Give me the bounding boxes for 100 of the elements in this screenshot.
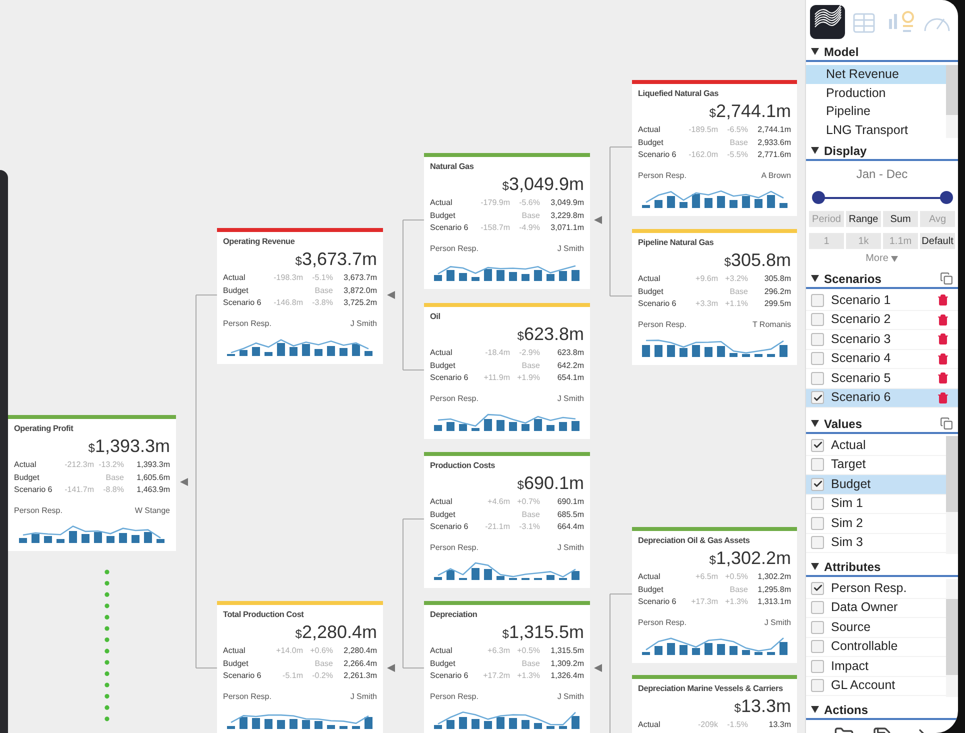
scenario-row[interactable]: Scenario 4 [806,350,958,369]
checkbox[interactable] [811,313,824,326]
attribute-label: Person Resp. [638,616,686,628]
node-card[interactable]: Operating Revenue $3,673.7m Actual -198.3m -5.1% 3,673.7m Budget Base 3,872.0m Scenario 6 -146.8m -3.8% 3,725.2m Person Resp. J Smith [217,228,383,364]
row-label: Scenario 6 [638,596,678,608]
checkbox[interactable] [811,516,824,530]
row-label: Budget [223,658,250,670]
collapse-icon[interactable] [387,291,395,299]
collapse-icon[interactable] [387,664,395,672]
checklist-row[interactable]: Person Resp. [806,579,946,598]
delete-icon[interactable] [937,352,949,365]
model-item[interactable]: LNG Transport [806,120,946,139]
collapse-icon[interactable] [594,664,602,672]
checklist-row[interactable]: Impact [806,657,946,676]
checkbox[interactable] [811,601,824,614]
node-card[interactable]: Depreciation $1,315.5m Actual +6.3m +0.5% 1,315.5m Budget Base 1,309.2m Scenario 6 +17.2m +1.3% 1,326.4m Person Resp. J Smith [424,601,590,733]
row-label: Scenario 6 [223,670,262,682]
node-title: Liquefied Natural Gas [638,88,718,100]
delete-icon[interactable] [937,294,949,306]
node-card[interactable]: Depreciation Marine Vessels & Carriers $13.3m Actual -209k -1.5% 13.3m [632,675,797,733]
waves-view-icon[interactable] [810,5,846,39]
checklist-row[interactable]: Sim 1 [806,494,946,514]
scrollbar[interactable] [946,436,958,554]
node-card[interactable]: Production Costs $690.1m Actual +4.6m +0.7% 690.1m Budget Base 685.5m Scenario 6 -21.1m -3.1% 664.4m Person Resp. J Smith [424,452,590,588]
checklist-row[interactable]: Data Owner [806,598,946,618]
checkbox[interactable] [811,458,824,472]
row-value: 1,315.5m [550,645,584,657]
attribute-label: Person Resp. [638,170,686,182]
row-value: 623.8m [557,347,584,359]
row-label: Scenario 6 [430,222,470,234]
checkbox[interactable] [811,620,824,634]
node-title: Oil [430,311,440,323]
delta-value: +6.3m [488,645,510,657]
copy-icon[interactable] [940,417,953,430]
checklist-row[interactable]: Actual [806,436,946,456]
checkbox[interactable] [811,332,824,346]
checkbox[interactable] [811,478,824,491]
model-item[interactable]: Pipeline [806,102,946,120]
checkbox[interactable] [811,294,824,307]
checkbox[interactable] [811,679,824,692]
scrollbar[interactable] [946,579,958,697]
scenario-row[interactable]: Scenario 1 [806,291,958,310]
scrollbar[interactable] [946,65,958,138]
node-card[interactable]: Oil $623.8m Actual -18.4m -2.9% 623.8m Budget Base 642.2m Scenario 6 +11.9m +1.9% 654.1m Person Resp. J Smith [424,303,590,438]
node-card[interactable]: Depreciation Oil & Gas Assets $1,302.2m Actual +6.5m +0.5% 1,302.2m Budget Base 1,295.8m Scenario 6 +17.3m +1.3% 1,313.1m Person Resp. J Smith [632,527,797,662]
checklist-row[interactable]: Budget [806,475,946,494]
section-header[interactable]: Attributes [811,558,881,576]
checklist-row[interactable]: Source [806,618,946,638]
section-header[interactable]: Model [811,42,859,60]
section-header[interactable]: Display [811,142,867,160]
checkbox[interactable] [811,352,824,366]
checkbox[interactable] [811,536,824,550]
section-header[interactable]: Actions [811,700,868,718]
delete-icon[interactable] [937,314,949,326]
display-option-button[interactable]: Sum [883,211,918,227]
checkbox[interactable] [811,372,824,385]
checkbox[interactable] [811,391,824,404]
currency-symbol: $ [502,178,509,195]
checkbox[interactable] [811,497,824,510]
node-card[interactable]: Liquefied Natural Gas $2,744.1m Actual -189.5m -6.5% 2,744.1m Budget Base 2,933.6m Scenario 6 -162.0m -5.5% 2,771.6m Person Resp. A Brown [632,80,797,216]
total-value: 305.8m [730,249,791,271]
checklist-row[interactable]: Controllable [806,638,946,657]
copy-icon[interactable] [940,272,953,285]
slider-thumb[interactable] [812,191,824,204]
collapse-icon[interactable] [180,478,188,486]
delta-percent: +1.3% [517,670,540,682]
node-card[interactable]: Pipeline Natural Gas $305.8m Actual +9.6m +3.2% 305.8m Budget Base 296.2m Scenario 6 +3.3m +1.1% 299.5m Person Resp. T Romanis [632,229,797,364]
node-card[interactable]: Operating Profit $1,393.3m Actual -212.3m -13.2% 1,393.3m Budget Base 1,605.6m Scenario 6 -141.7m -8.8% 1,463.9m Person Resp. W Stange [8,415,176,550]
model-item[interactable]: Net Revenue [806,65,946,84]
delta-percent: Base [314,284,333,296]
delta-percent: -0.2% [312,670,333,682]
range-slider[interactable] [811,191,953,205]
delta-percent: Base [730,136,748,148]
delete-icon[interactable] [937,392,949,404]
row-label: Budget [223,284,250,297]
delta-percent: -4.9% [519,222,540,234]
scenario-row[interactable]: Scenario 3 [806,330,958,350]
more-link[interactable]: More [866,252,898,266]
display-option-button[interactable]: Range [846,211,881,227]
checkbox[interactable] [811,640,824,654]
collapse-icon[interactable] [594,216,602,224]
node-title: Total Production Cost [223,609,304,621]
checkbox[interactable] [811,438,824,452]
checklist-row[interactable]: GL Account [806,676,946,696]
node-card[interactable]: Total Production Cost $2,280.4m Actual +14.0m +0.6% 2,280.4m Budget Base 2,266.4m Scenario 6 -5.1m -0.2% 2,261.3m Person Resp. J Smith [217,601,383,733]
checkbox[interactable] [811,582,824,595]
section-header[interactable]: Values [811,414,862,432]
section-header[interactable]: Scenarios [811,270,882,288]
node-card[interactable]: Natural Gas $3,049.9m Actual -179.9m -5.6% 3,049.9m Budget Base 3,229.8m Scenario 6 -158.7m -4.9% 3,071.1m Person Resp. J Smith [424,153,590,288]
slider-thumb[interactable] [940,191,952,204]
delete-icon[interactable] [937,333,949,346]
delta-percent: +1.3% [725,596,748,608]
model-item[interactable]: Production [806,84,946,102]
delete-icon[interactable] [937,372,949,384]
scenario-row[interactable]: Scenario 2 [806,310,958,330]
checkbox[interactable] [811,660,824,673]
checklist-row[interactable]: Sim 2 [806,514,946,534]
checklist-row[interactable]: Sim 3 [806,534,946,553]
scenario-row[interactable]: Scenario 6 [806,388,958,408]
display-option-button[interactable]: Default [920,233,955,249]
